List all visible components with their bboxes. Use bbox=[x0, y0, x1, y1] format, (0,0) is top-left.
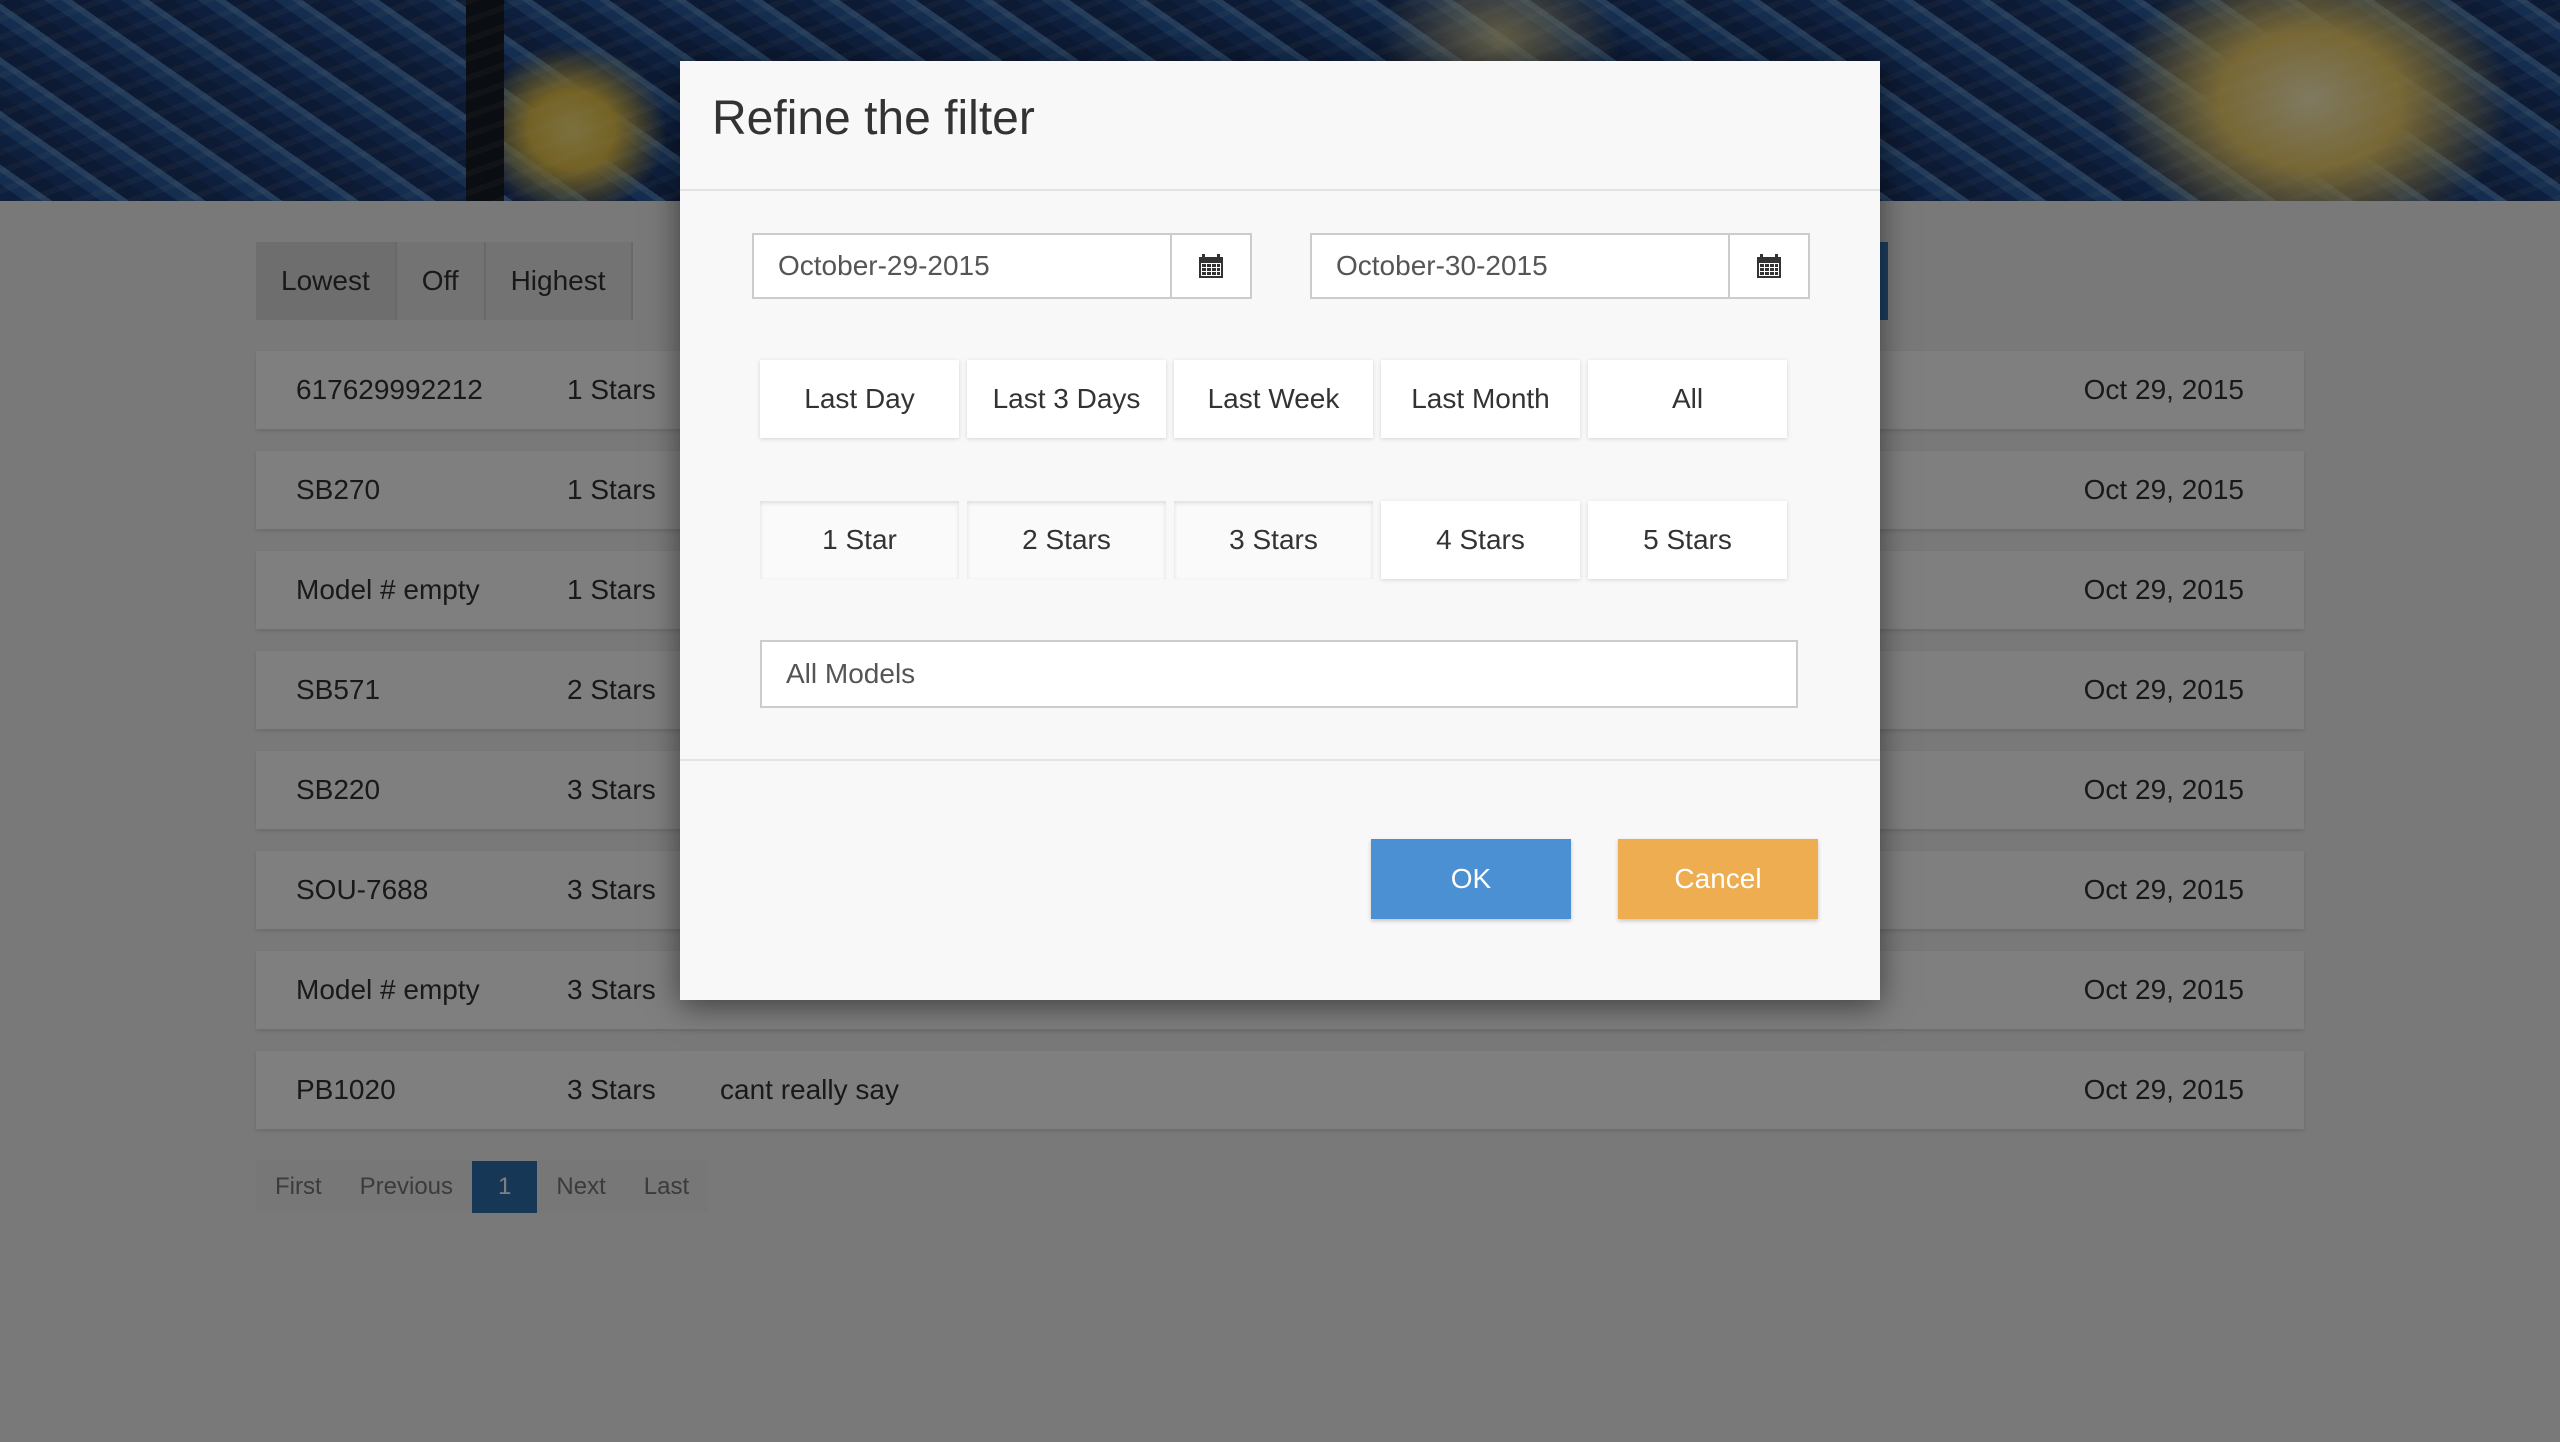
range-last-3-days-button[interactable]: Last 3 Days bbox=[967, 360, 1166, 438]
model-select[interactable]: All Models bbox=[760, 640, 1798, 708]
ok-button[interactable]: OK bbox=[1371, 839, 1571, 919]
star-1-button[interactable]: 1 Star bbox=[760, 501, 959, 579]
dialog-title: Refine the filter bbox=[712, 92, 1035, 145]
end-date-input[interactable] bbox=[1312, 235, 1728, 297]
range-last-day-button[interactable]: Last Day bbox=[760, 360, 959, 438]
start-date-picker-button[interactable] bbox=[1170, 235, 1250, 297]
dialog-header: Refine the filter bbox=[680, 61, 1880, 191]
range-last-month-button[interactable]: Last Month bbox=[1381, 360, 1580, 438]
end-date-group bbox=[1310, 233, 1810, 299]
star-2-button[interactable]: 2 Stars bbox=[967, 501, 1166, 579]
star-4-button[interactable]: 4 Stars bbox=[1381, 501, 1580, 579]
start-date-group bbox=[752, 233, 1252, 299]
end-date-picker-button[interactable] bbox=[1728, 235, 1808, 297]
dialog-divider bbox=[680, 759, 1880, 761]
star-3-button[interactable]: 3 Stars bbox=[1174, 501, 1373, 579]
filter-dialog: Refine the filter October-29-2015 Octobe… bbox=[680, 61, 1880, 1000]
date-range-buttons: Last Day Last 3 Days Last Week Last Mont… bbox=[760, 360, 1787, 438]
calendar-icon bbox=[1199, 254, 1223, 278]
range-last-week-button[interactable]: Last Week bbox=[1174, 360, 1373, 438]
start-date-input[interactable] bbox=[754, 235, 1170, 297]
star-filter-buttons: 1 Star 2 Stars 3 Stars 4 Stars 5 Stars bbox=[760, 501, 1787, 579]
cancel-button[interactable]: Cancel bbox=[1618, 839, 1818, 919]
range-all-button[interactable]: All bbox=[1588, 360, 1787, 438]
calendar-icon bbox=[1757, 254, 1781, 278]
star-5-button[interactable]: 5 Stars bbox=[1588, 501, 1787, 579]
